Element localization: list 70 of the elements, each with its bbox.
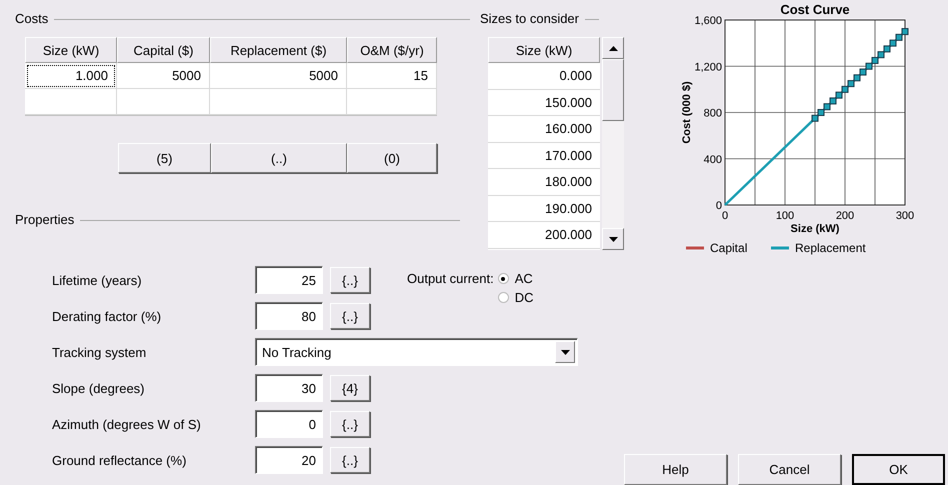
dropdown-button[interactable] <box>555 341 575 363</box>
axis-tick-label: 1,200 <box>694 61 722 74</box>
group-title: Costs <box>15 10 48 26</box>
table-cell[interactable]: 5000 <box>210 63 347 89</box>
legend-swatch <box>686 246 704 250</box>
table-cell[interactable]: 5000 <box>117 63 210 89</box>
radio-button[interactable]: DC <box>498 290 534 305</box>
sensitivity-button[interactable]: {..} <box>330 447 370 473</box>
table-cell[interactable]: 170.000 <box>488 142 600 169</box>
axis-tick-label: 400 <box>704 154 722 166</box>
axis-tick-label: 100 <box>776 210 794 222</box>
column-button[interactable]: (..) <box>211 143 347 173</box>
dropdown-value: No Tracking <box>262 344 332 360</box>
column-header[interactable]: O&M ($/yr) <box>347 37 437 63</box>
field-label: Azimuth (degrees W of S) <box>52 416 202 432</box>
field-label: Slope (degrees) <box>52 380 146 396</box>
input-field[interactable]: 30 <box>255 374 323 402</box>
dialog-button[interactable]: Help <box>624 454 727 485</box>
table-cell[interactable]: 150.000 <box>488 90 600 116</box>
column-header[interactable]: Replacement ($) <box>210 37 347 63</box>
axis-title: Cost (000 $) <box>681 81 693 144</box>
input-field[interactable]: 0 <box>255 410 323 438</box>
field-label: Derating factor (%) <box>52 308 162 324</box>
field-label: Lifetime (years) <box>52 272 143 288</box>
field-label: Tracking system <box>52 344 148 360</box>
scroll-down-button[interactable] <box>602 228 624 250</box>
axis-tick-label: 300 <box>896 210 914 222</box>
axis-tick-label: 0 <box>722 210 728 222</box>
field-label: Output current: <box>407 271 494 288</box>
table-cell[interactable] <box>210 89 347 115</box>
legend-label: Replacement <box>795 241 866 255</box>
column-button[interactable]: (5) <box>118 143 211 173</box>
column-button[interactable]: (0) <box>347 143 437 173</box>
axis-tick-label: 800 <box>704 108 722 120</box>
field-label: Ground reflectance (%) <box>52 452 188 468</box>
sensitivity-button[interactable]: {..} <box>330 267 370 293</box>
column-header[interactable]: Capital ($) <box>117 37 210 63</box>
chart-title: Cost Curve <box>780 2 850 17</box>
table-cell[interactable]: 1.000 <box>25 63 117 89</box>
sensitivity-button[interactable]: {4} <box>330 375 370 401</box>
table-cell[interactable] <box>347 89 437 115</box>
table-cell[interactable]: 190.000 <box>488 196 600 222</box>
table-cell[interactable] <box>117 89 210 115</box>
caret-icon <box>560 350 570 354</box>
scroll-up-button[interactable] <box>602 37 624 59</box>
up-arrow-icon <box>608 46 618 50</box>
axis-tick-label: 200 <box>836 210 854 222</box>
scrollbar[interactable] <box>602 37 624 250</box>
down-arrow-icon <box>608 236 618 242</box>
scroll-thumb[interactable] <box>602 59 624 121</box>
group-title: Sizes to consider <box>480 10 579 26</box>
axis-tick-label: 1,600 <box>694 15 722 27</box>
column-header[interactable]: Size (kW) <box>25 37 117 63</box>
dialog-button[interactable]: OK <box>852 454 945 485</box>
sensitivity-button[interactable]: {..} <box>330 303 370 329</box>
radio-button[interactable]: AC <box>498 271 534 286</box>
sensitivity-button[interactable]: {..} <box>330 411 370 437</box>
axis-title: Size (kW) <box>790 223 840 235</box>
legend-label: Capital <box>710 241 748 255</box>
table-cell[interactable] <box>25 89 117 115</box>
table-cell[interactable]: 15 <box>347 63 437 89</box>
input-field[interactable]: 25 <box>255 266 323 294</box>
group-title: Properties <box>15 212 74 226</box>
dialog-button[interactable]: Cancel <box>738 454 841 485</box>
input-field[interactable]: 80 <box>255 302 323 330</box>
axis-tick-label: 0 <box>716 200 722 212</box>
input-field[interactable]: 20 <box>255 446 323 474</box>
legend-swatch <box>771 246 789 250</box>
dropdown[interactable]: No Tracking <box>255 338 578 366</box>
column-header[interactable]: Size (kW) <box>488 37 600 63</box>
